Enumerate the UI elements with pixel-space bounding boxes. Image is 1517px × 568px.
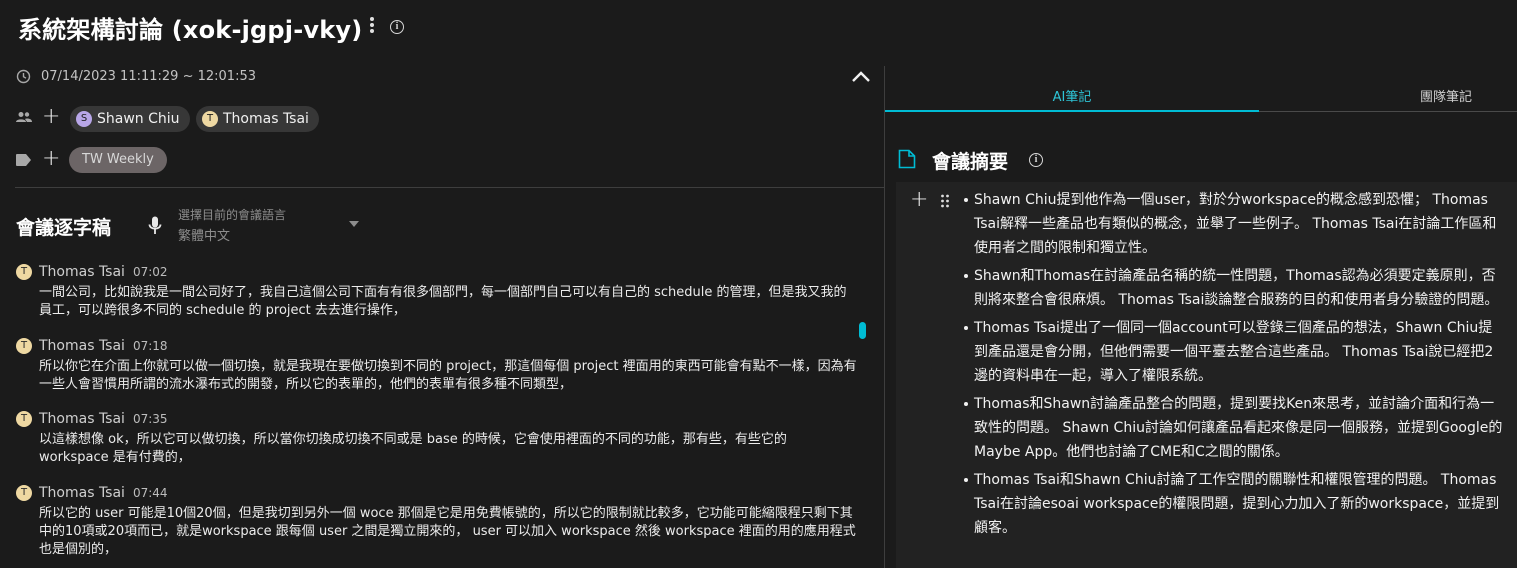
info-icon[interactable]: i [390,20,404,34]
transcript-entry: T Thomas Tsai 07:02 一間公司，比如說我是一間公司好了，我自己… [16,264,859,320]
entry-timestamp[interactable]: 07:35 [133,412,168,426]
participant-name: Thomas Tsai [223,111,309,127]
document-icon [898,149,916,169]
summary-item: Thomas Tsai和Shawn Chiu討論了工作空間的關聯性和權限管理的問… [964,468,1504,540]
transcript-title: 會議逐字稿 [16,217,112,239]
participant-chip[interactable]: S Shawn Chiu [70,106,190,132]
language-select-value: 繁體中文 [178,229,231,244]
summary-item: Thomas Tsai提出了一個同一個account可以登錄三個產品的想法，Sh… [964,316,1504,388]
transcript-scrollbar-thumb[interactable] [859,322,866,339]
transcript-entry: T Thomas Tsai 07:18 所以你它在介面上你就可以做一個切換，就是… [16,338,859,394]
avatar: T [16,485,32,501]
avatar: T [202,111,218,127]
add-participant-button[interactable]: + [42,106,60,128]
tab-active-indicator [885,110,1259,112]
tag-chip[interactable]: TW Weekly [69,147,167,173]
panel-divider [884,66,885,568]
transcript-entry: T Thomas Tsai 07:35 以這樣想像 ok，所以它可以做切換，所以… [16,411,859,467]
entry-timestamp[interactable]: 07:18 [133,339,168,353]
participant-name: Shawn Chiu [97,111,180,127]
dropdown-arrow-icon [349,221,359,227]
microphone-icon[interactable] [148,216,162,236]
entry-text: 所以它的 user 可能是10個20個，但是我切到另外一個 woce 那個是它是… [39,506,856,557]
summary-item: Thomas和Shawn討論產品整合的問題，提到要找Ken來思考，並討論介面和行… [964,392,1504,464]
avatar: T [16,338,32,354]
speaker-name: Thomas Tsai [39,485,125,501]
page-title: 系統架構討論 (xok-jgpj-vky) [18,16,363,44]
avatar: S [76,111,92,127]
tab-ai-notes[interactable]: AI筆記 [885,86,1259,105]
more-options-icon[interactable] [364,15,380,37]
drag-handle-icon[interactable] [940,194,950,208]
tag-icon [16,154,31,166]
entry-text: 以這樣想像 ok，所以它可以做切換，所以當你切換成切換不同或是 base 的時候… [39,432,787,465]
language-select-label: 選擇目前的會議語言 [178,208,287,222]
summary-item: Shawn Chiu提到他作為一個user，對於分workspace的概念感到恐… [964,188,1504,260]
meeting-datetime: 07/14/2023 11:11:29 ~ 12:01:53 [41,69,256,84]
summary-item: Shawn和Thomas在討論產品名稱的統一性問題，Thomas認為必須要定義原… [964,264,1504,312]
collapse-chevron-up-icon[interactable] [851,69,871,83]
participant-chip[interactable]: T Thomas Tsai [196,106,319,132]
entry-timestamp[interactable]: 07:02 [133,265,168,279]
entry-text: 所以你它在介面上你就可以做一個切換，就是我現在要做切換到不同的 project，… [39,359,857,392]
summary-title: 會議摘要 [932,151,1009,173]
avatar: T [16,411,32,427]
speaker-name: Thomas Tsai [39,338,125,354]
divider [15,187,884,188]
summary-list: Shawn Chiu提到他作為一個user，對於分workspace的概念感到恐… [964,188,1504,544]
clock-icon [16,69,31,84]
tab-team-notes[interactable]: 團隊筆記 [1259,86,1517,105]
add-block-button[interactable]: + [910,189,928,211]
speaker-name: Thomas Tsai [39,411,125,427]
add-tag-button[interactable]: + [42,148,60,170]
transcript-entry: T Thomas Tsai 07:44 所以它的 user 可能是10個20個，… [16,485,859,559]
entry-timestamp[interactable]: 07:44 [133,486,168,500]
language-select[interactable]: 選擇目前的會議語言 繁體中文 [178,206,366,244]
avatar: T [16,264,32,280]
speaker-name: Thomas Tsai [39,264,125,280]
people-icon [16,112,32,122]
entry-text: 一間公司，比如說我是一間公司好了，我自己這個公司下面有有很多個部門，每一個部門自… [39,285,847,318]
summary-info-icon[interactable]: i [1029,153,1043,167]
